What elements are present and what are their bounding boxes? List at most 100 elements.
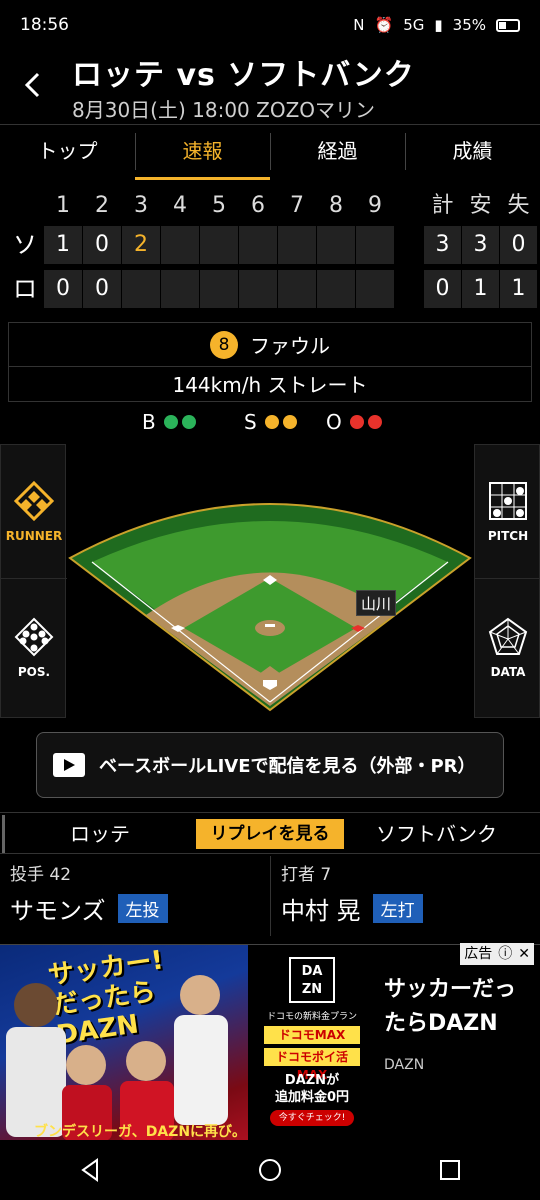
dazn-logo: DA ZN	[289, 957, 335, 1003]
ad-offer-line2: 追加料金0円	[274, 1090, 350, 1105]
ad-brand: DAZN	[384, 1057, 425, 1073]
ad-image[interactable]: サッカー! だったら DAZN ブンデスリーガ、DAZNに再び。	[0, 945, 248, 1141]
balls-indicator: B	[142, 410, 196, 434]
runner-button[interactable]: RUNNER	[1, 445, 67, 579]
live-stream-button[interactable]: ベースボールLIVEで配信を見る（外部・PR）	[36, 732, 504, 798]
team-tab-softbank[interactable]: ソフトバンク	[376, 813, 497, 855]
tab-top[interactable]: トップ	[0, 125, 135, 180]
inning-score	[200, 226, 238, 264]
pitcher-hand-badge: 左投	[117, 894, 168, 923]
total-score: 0	[424, 270, 461, 308]
inning-score	[278, 226, 316, 264]
inning-score	[122, 270, 160, 308]
inning-header: 5	[212, 193, 226, 218]
batter-hand-badge: 左打	[372, 894, 423, 923]
inning-score: 0	[83, 270, 121, 308]
out-dot	[349, 415, 364, 429]
team-abbr: ロ	[13, 275, 37, 303]
ad-label[interactable]: 広告 ⓘ ✕	[460, 943, 534, 965]
system-nav-bar	[0, 1140, 540, 1200]
batter-role: 打者 7	[281, 865, 332, 885]
scroll-indicator	[2, 815, 5, 853]
ad-close-icon[interactable]: ✕	[518, 943, 530, 965]
inning-score	[161, 270, 199, 308]
right-panel: PITCH DATA	[474, 444, 540, 718]
radar-chart-icon	[488, 617, 528, 655]
ad-banner[interactable]: サッカー! だったら DAZN ブンデスリーガ、DAZNに再び。 DA ZN ド…	[0, 943, 540, 1141]
inning-header: 6	[251, 193, 265, 218]
tab-bar: トップ 速報 経過 成績	[0, 124, 540, 180]
outs-indicator: O	[326, 410, 382, 434]
play-info: 8 ファウル 144km/h ストレート	[8, 322, 532, 402]
tab-progress[interactable]: 経過	[270, 125, 405, 180]
total-header: 安	[469, 193, 492, 218]
ad-players-illustration	[6, 975, 228, 1141]
inning-score	[356, 226, 394, 264]
batter-card[interactable]: 打者 7 中村 晃 左打	[270, 856, 540, 936]
network-label: 5G	[403, 16, 425, 34]
diamond-icon	[14, 480, 54, 521]
battery-icon	[496, 18, 520, 32]
nfc-icon: N	[353, 16, 365, 34]
ball-dot	[181, 415, 196, 429]
alarm-icon: ⏰	[374, 16, 394, 34]
play-result-row: 8 ファウル	[9, 323, 531, 367]
inning-header: 1	[56, 193, 70, 218]
data-button[interactable]: DATA	[475, 581, 540, 715]
inning-header: 7	[290, 193, 304, 218]
ad-label-text: 広告	[464, 946, 493, 962]
team-tab-lotte[interactable]: ロッテ	[70, 813, 130, 855]
outs-label: O	[326, 410, 342, 434]
total-score: 1	[462, 270, 499, 308]
inning-header: 3	[134, 193, 148, 218]
status-time: 18:56	[20, 15, 69, 35]
header: ロッテ vs ソフトバンク 8月30日(土) 18:00 ZOZOマリン	[0, 50, 540, 124]
inning-score	[239, 226, 277, 264]
inning-header: 2	[95, 193, 109, 218]
back-icon[interactable]	[18, 70, 48, 100]
tab-live[interactable]: 速報	[135, 125, 270, 180]
strikes-label: S	[244, 410, 257, 434]
page-title: ロッテ vs ソフトバンク	[72, 58, 415, 93]
pitcher-card[interactable]: 投手 42 サモンズ 左投	[0, 856, 270, 936]
ad-info-icon[interactable]: ⓘ	[498, 943, 512, 965]
data-label: DATA	[490, 665, 526, 679]
status-icons: N ⏰ 5G ▮ 35%	[353, 16, 520, 34]
ad-pill-poikatsu: ドコモポイ活MAX	[264, 1048, 360, 1082]
strikes-indicator: S	[244, 410, 297, 434]
nav-recent-icon[interactable]	[437, 1157, 463, 1183]
ad-check-button[interactable]: 今すぐチェック!	[270, 1110, 354, 1126]
replay-button[interactable]: リプレイを見る	[196, 819, 344, 849]
inning-score: 2	[122, 226, 160, 264]
nav-home-icon[interactable]	[257, 1157, 283, 1183]
ball-count: B S O	[0, 410, 540, 440]
strike-dot	[264, 415, 279, 429]
tab-stats[interactable]: 成績	[405, 125, 540, 180]
status-bar: 18:56 N ⏰ 5G ▮ 35%	[0, 0, 540, 50]
position-button[interactable]: POS.	[1, 581, 67, 715]
inning-score	[239, 270, 277, 308]
scoreboard: 123456789計安失ソ102330ロ00011	[0, 188, 540, 312]
ad-copy[interactable]: サッカーだったらDAZN	[384, 973, 534, 1041]
pitch-label: PITCH	[487, 528, 529, 543]
pos-label: POS.	[17, 665, 51, 679]
total-score: 3	[424, 226, 461, 264]
pitch-button[interactable]: PITCH	[475, 445, 540, 579]
ad-plan-text: ドコモの新料金プラン	[266, 1012, 357, 1022]
inning-score	[200, 270, 238, 308]
matchup: 投手 42 サモンズ 左投 打者 7 中村 晃 左打	[0, 856, 540, 936]
batter-name: 中村 晃	[281, 897, 361, 925]
ad-pill-max: ドコモMAX	[264, 1026, 360, 1044]
team-tabs: ロッテ リプレイを見る ソフトバンク	[0, 812, 540, 854]
strike-dot	[282, 415, 297, 429]
inning-score: 0	[83, 226, 121, 264]
inning-score: 1	[44, 226, 82, 264]
dazn-logo-bottom: ZN	[301, 982, 323, 997]
pitcher-name: サモンズ	[10, 897, 106, 925]
inning-score	[356, 270, 394, 308]
dazn-logo-top: DA	[301, 964, 323, 979]
inning-header: 8	[329, 193, 343, 218]
nav-back-icon[interactable]	[77, 1157, 103, 1183]
total-score: 0	[500, 226, 537, 264]
inning-score: 0	[44, 270, 82, 308]
